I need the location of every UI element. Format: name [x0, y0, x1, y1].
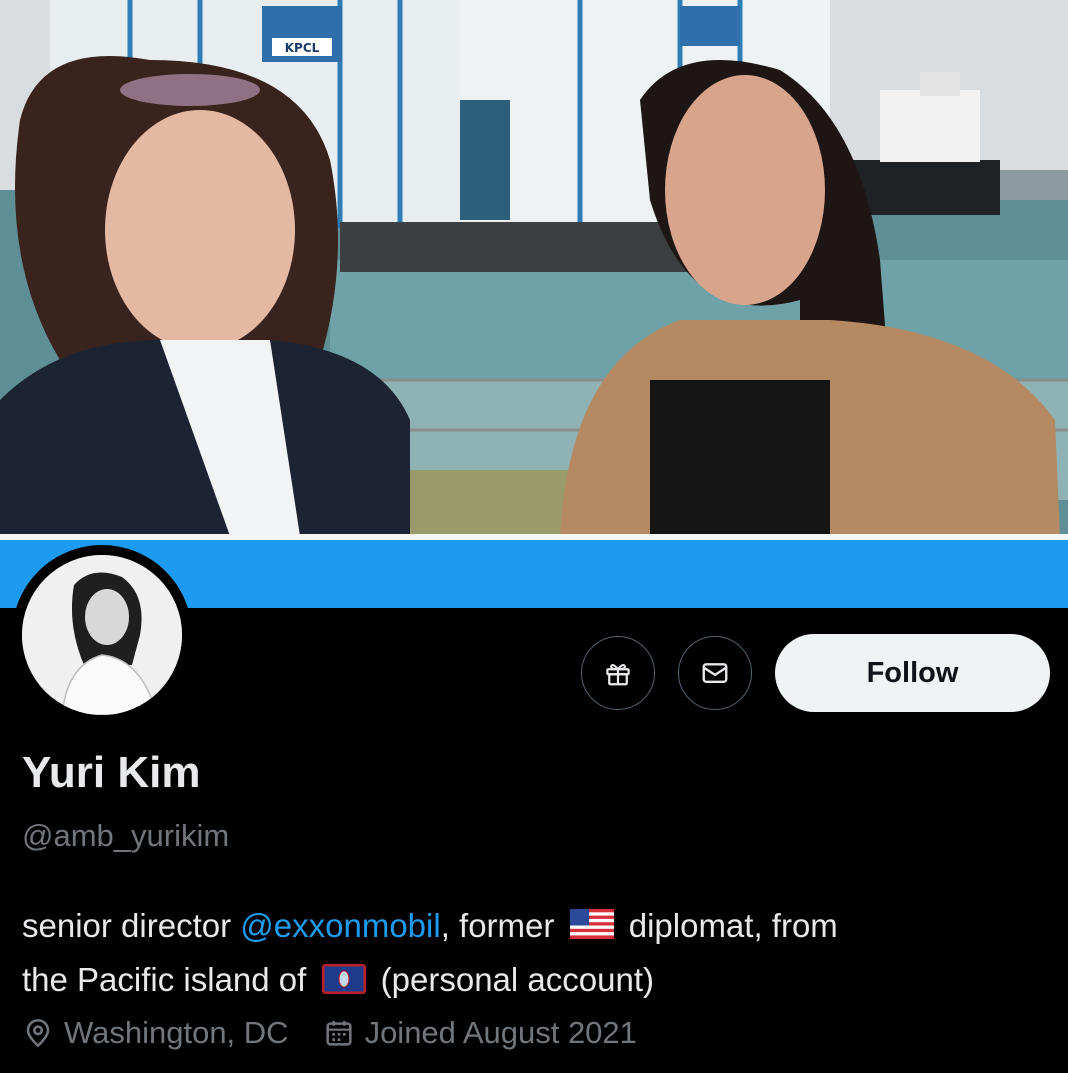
us-flag-icon [569, 902, 614, 954]
profile-meta: Washington, DC Joined August 2021 [22, 1015, 671, 1051]
bio-text: the Pacific island of [22, 961, 316, 999]
profile-bio: senior director @exxonmobil, former dipl… [22, 900, 1052, 1009]
profile-handle: @amb_yurikim [22, 818, 230, 853]
joined-item: Joined August 2021 [323, 1015, 637, 1051]
gift-icon [606, 664, 630, 686]
avatar[interactable] [12, 545, 192, 725]
profile-page: KPCL Follow Yuri Kim @amb_yurikim senior… [0, 0, 1068, 1073]
location-item: Washington, DC [22, 1015, 289, 1051]
bio-text: (personal account) [371, 961, 654, 999]
location-pin-icon [26, 1019, 50, 1048]
sign-text: KPCL [285, 41, 320, 55]
profile-name: Yuri Kim [22, 748, 201, 797]
bio-text: senior director [22, 907, 241, 944]
envelope-icon [702, 663, 728, 683]
bio-mention-link[interactable]: @exxonmobil [240, 907, 440, 944]
guam-flag-icon [321, 957, 366, 1009]
location-text: Washington, DC [64, 1015, 289, 1050]
bio-text: diplomat, from [619, 907, 838, 944]
photo-illustration: KPCL [0, 0, 1068, 536]
calendar-icon [325, 1021, 352, 1046]
post-photo[interactable]: KPCL [0, 0, 1068, 536]
joined-text: Joined August 2021 [364, 1015, 637, 1050]
message-button[interactable] [678, 636, 752, 710]
avatar-image [22, 555, 182, 715]
bio-text: , former [440, 907, 564, 944]
follow-button[interactable]: Follow [775, 634, 1050, 712]
gift-button[interactable] [581, 636, 655, 710]
